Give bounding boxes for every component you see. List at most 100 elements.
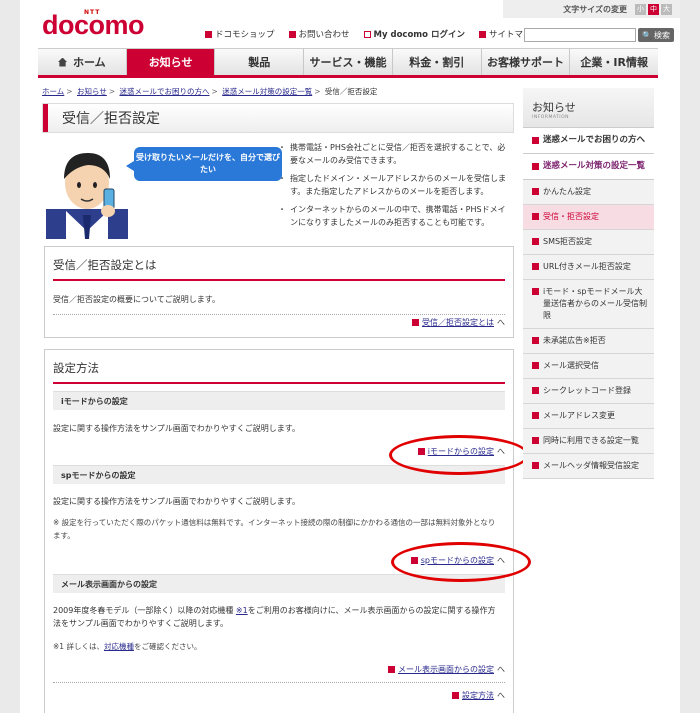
sidebar-section-settings[interactable]: 迷惑メール対策の設定一覧 bbox=[523, 154, 654, 180]
page: NTT docomo ドコモショップ お問い合わせ My docomo ログイン… bbox=[20, 0, 680, 713]
global-nav: ホーム お知らせ 製品 サービス・機能 料金・割引 お客様サポート 企業・IR情… bbox=[38, 48, 659, 78]
imode-subheading: iモードからの設定 bbox=[53, 391, 505, 410]
bullet-icon bbox=[532, 362, 539, 369]
intro: 受け取りたいメールだけを、自分で選びたい 携帯電話・PHS会社ごとに受信／拒否を… bbox=[42, 139, 512, 239]
arrow-icon bbox=[452, 692, 459, 699]
list-item: 携帯電話・PHS会社ごとに受信／拒否を選択することで、必要なメールのみ受信できま… bbox=[278, 141, 512, 167]
font-size-switcher: 文字サイズの変更 小 中 大 bbox=[503, 0, 680, 18]
sidebar-item-combined[interactable]: 同時に利用できる設定一覧 bbox=[523, 429, 654, 454]
search-input[interactable] bbox=[524, 28, 636, 42]
bullet-icon bbox=[532, 337, 539, 344]
bullet-icon bbox=[288, 30, 296, 38]
person-illustration bbox=[46, 153, 128, 239]
about-heading: 受信／拒否設定とは bbox=[53, 257, 505, 281]
nav-corporate[interactable]: 企業・IR情報 bbox=[570, 49, 659, 75]
supported-models-link[interactable]: 対応機種 bbox=[104, 642, 134, 651]
sidebar-item-address[interactable]: メールアドレス変更 bbox=[523, 404, 654, 429]
mail-note: ※1 詳しくは、対応機種をご確認ください。 bbox=[53, 642, 202, 651]
bullet-icon bbox=[532, 288, 539, 295]
bullet-icon bbox=[532, 137, 539, 144]
logo-ntt: NTT bbox=[84, 9, 101, 16]
sidebar-item-select[interactable]: メール選択受信 bbox=[523, 354, 654, 379]
nav-charges[interactable]: 料金・割引 bbox=[392, 49, 482, 75]
divider bbox=[53, 314, 505, 315]
search-button[interactable]: 🔍 検索 bbox=[638, 28, 674, 42]
footnote-link[interactable]: ※1 bbox=[236, 606, 248, 615]
bullet-icon bbox=[532, 387, 539, 394]
bullet-icon bbox=[532, 263, 539, 270]
window-icon bbox=[363, 30, 371, 38]
intro-list: 携帯電話・PHS会社ごとに受信／拒否を選択することで、必要なメールのみ受信できま… bbox=[278, 141, 512, 234]
about-link[interactable]: 受信／拒否設定とはへ bbox=[412, 317, 505, 328]
sidebar-header: お知らせ INFORMATION bbox=[523, 88, 654, 128]
breadcrumb-news[interactable]: お知らせ bbox=[77, 87, 107, 96]
docomo-shop-link[interactable]: ドコモショップ bbox=[205, 28, 275, 40]
method-link[interactable]: 設定方法へ bbox=[452, 690, 505, 701]
method-heading: 設定方法 bbox=[53, 360, 505, 384]
bullet-icon bbox=[532, 163, 539, 170]
nav-support[interactable]: お客様サポート bbox=[481, 49, 571, 75]
font-size-medium-button[interactable]: 中 bbox=[648, 3, 659, 15]
spmode-text: 設定に関する操作方法をサンプル画面でわかりやすくご説明します。 bbox=[53, 497, 300, 506]
contact-link[interactable]: お問い合わせ bbox=[288, 28, 350, 40]
logo-brand: docomo bbox=[42, 10, 145, 40]
font-size-small-button[interactable]: 小 bbox=[635, 3, 646, 15]
breadcrumb-current: 受信／拒否設定 bbox=[324, 87, 378, 96]
docomo-logo[interactable]: NTT docomo bbox=[42, 9, 145, 40]
breadcrumb-home[interactable]: ホーム bbox=[42, 87, 64, 96]
sidebar-item-ad[interactable]: 未承諾広告※拒否 bbox=[523, 329, 654, 354]
breadcrumb-spam-settings[interactable]: 迷惑メール対策の設定一覧 bbox=[222, 87, 312, 96]
font-size-label: 文字サイズの変更 bbox=[563, 4, 627, 14]
search-icon: 🔍 bbox=[642, 30, 652, 40]
about-text: 受信／拒否設定の概要についてご説明します。 bbox=[53, 295, 220, 304]
sidebar-item-header[interactable]: メールヘッダ情報受信設定 bbox=[523, 454, 654, 479]
header: NTT docomo ドコモショップ お問い合わせ My docomo ログイン… bbox=[20, 0, 680, 48]
home-icon bbox=[58, 57, 68, 67]
sidebar-subtitle: INFORMATION bbox=[532, 115, 570, 120]
nav-products[interactable]: 製品 bbox=[215, 49, 305, 75]
sidebar: お知らせ INFORMATION 迷惑メールでお困りの方へ 迷惑メール対策の設定… bbox=[523, 88, 654, 479]
list-item: 指定したドメイン・メールアドレスからのメールを受信します。また指定したアドレスか… bbox=[278, 172, 512, 198]
sidebar-item-easy[interactable]: かんたん設定 bbox=[523, 180, 654, 205]
mydocomo-login-link[interactable]: My docomo ログイン bbox=[363, 28, 465, 40]
bullet-icon bbox=[532, 412, 539, 419]
nav-news[interactable]: お知らせ bbox=[126, 49, 216, 75]
about-section: 受信／拒否設定とは 受信／拒否設定の概要についてご説明します。 受信／拒否設定と… bbox=[44, 246, 514, 338]
mail-text: 2009年度冬春モデル（一部除く）以降の対応機種 ※1をご利用のお客様向けに、メ… bbox=[53, 606, 496, 628]
utility-links: ドコモショップ お問い合わせ My docomo ログイン サイトマップ bbox=[205, 28, 540, 40]
bullet-icon bbox=[532, 188, 539, 195]
imode-text: 設定に関する操作方法をサンプル画面でわかりやすくご説明します。 bbox=[53, 424, 300, 433]
nav-home[interactable]: ホーム bbox=[38, 49, 127, 75]
font-size-large-button[interactable]: 大 bbox=[661, 3, 672, 15]
page-title: 受信／拒否設定 bbox=[62, 111, 160, 127]
method-section: 設定方法 iモードからの設定 設定に関する操作方法をサンプル画面でわかりやすくご… bbox=[44, 349, 514, 713]
arrow-icon bbox=[412, 319, 419, 326]
divider bbox=[53, 682, 505, 683]
sidebar-title: お知らせ bbox=[532, 101, 576, 114]
page-title-bar: 受信／拒否設定 bbox=[42, 103, 514, 133]
search-form: 🔍 検索 bbox=[524, 28, 674, 42]
speech-bubble: 受け取りたいメールだけを、自分で選びたい bbox=[126, 147, 282, 181]
bullet-icon bbox=[532, 437, 539, 444]
bullet-icon bbox=[532, 462, 539, 469]
annotation-circle bbox=[391, 542, 531, 582]
sidebar-item-bulk[interactable]: iモード・spモードメール大量送信者からのメール受信制限 bbox=[523, 280, 654, 329]
title-accent bbox=[43, 104, 48, 132]
bullet-icon bbox=[532, 238, 539, 245]
breadcrumb-spam[interactable]: 迷惑メールでお困りの方へ bbox=[120, 87, 210, 96]
bullet-icon bbox=[532, 213, 539, 220]
sidebar-item-sms[interactable]: SMS拒否設定 bbox=[523, 230, 654, 255]
sidebar-item-secret[interactable]: シークレットコード登録 bbox=[523, 379, 654, 404]
spmode-note: ※ 設定を行っていただく際のパケット通信料は無料です。インターネット接続の際の制… bbox=[53, 518, 496, 540]
breadcrumb: ホーム > お知らせ > 迷惑メールでお困りの方へ > 迷惑メール対策の設定一覧 > 受… bbox=[42, 87, 378, 96]
annotation-circle bbox=[389, 435, 529, 475]
list-item: インターネットからのメールの中で、携帯電話・PHSドメインになりすましたメールの… bbox=[278, 203, 512, 229]
sidebar-item-url[interactable]: URL付きメール拒否設定 bbox=[523, 255, 654, 280]
nav-services[interactable]: サービス・機能 bbox=[304, 49, 393, 75]
mail-link[interactable]: メール表示画面からの設定へ bbox=[388, 664, 505, 675]
arrow-icon bbox=[388, 666, 395, 673]
bullet-icon bbox=[478, 30, 486, 38]
sidebar-section-spam[interactable]: 迷惑メールでお困りの方へ bbox=[523, 128, 654, 154]
sidebar-item-receive-reject[interactable]: 受信・拒否設定 bbox=[523, 205, 654, 230]
bullet-icon bbox=[205, 30, 212, 38]
